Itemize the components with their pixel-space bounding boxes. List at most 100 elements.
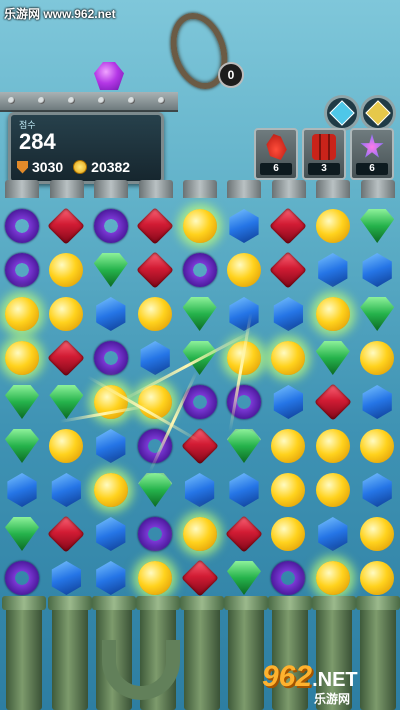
board-cell[interactable] — [311, 248, 355, 292]
board-cell[interactable] — [311, 292, 355, 336]
board-cell[interactable] — [89, 204, 133, 248]
sun-gem-icon[interactable] — [138, 561, 173, 595]
board-cell[interactable] — [133, 292, 177, 336]
board-cell[interactable] — [266, 424, 310, 468]
ruby-gem-icon[interactable] — [225, 515, 263, 553]
board-cell[interactable] — [89, 512, 133, 556]
sapphire-gem-icon[interactable] — [318, 517, 348, 551]
sun-gem-icon[interactable] — [271, 517, 306, 551]
emerald-gem-icon[interactable] — [227, 429, 261, 463]
shield-booster-button[interactable] — [360, 95, 396, 131]
sun-gem-icon[interactable] — [271, 341, 306, 375]
donut-gem-icon[interactable] — [5, 253, 39, 287]
sapphire-gem-icon[interactable] — [318, 253, 348, 287]
ruby-gem-icon[interactable] — [269, 207, 308, 245]
board-cell[interactable] — [178, 380, 222, 424]
board-cell[interactable] — [355, 292, 399, 336]
board-cell[interactable] — [355, 248, 399, 292]
sapphire-gem-icon[interactable] — [362, 253, 392, 287]
sapphire-gem-icon[interactable] — [96, 517, 126, 551]
sapphire-gem-icon[interactable] — [229, 297, 259, 331]
board-cell[interactable] — [44, 204, 88, 248]
board-cell[interactable] — [133, 468, 177, 512]
sun-gem-icon[interactable] — [182, 209, 217, 243]
board-cell[interactable] — [44, 556, 88, 600]
match-board[interactable] — [0, 204, 400, 600]
board-cell[interactable] — [222, 380, 266, 424]
magnet-booster-button[interactable] — [324, 95, 360, 131]
ruby-gem-icon[interactable] — [269, 251, 308, 289]
board-cell[interactable] — [178, 248, 222, 292]
sun-gem-icon[interactable] — [182, 517, 217, 551]
board-cell[interactable] — [44, 512, 88, 556]
board-cell[interactable] — [311, 512, 355, 556]
sun-gem-icon[interactable] — [93, 473, 128, 507]
board-cell[interactable] — [89, 248, 133, 292]
sun-gem-icon[interactable] — [5, 297, 39, 331]
ruby-gem-icon[interactable] — [180, 559, 219, 597]
donut-gem-icon[interactable] — [5, 561, 39, 595]
sun-gem-icon[interactable] — [315, 473, 350, 507]
board-cell[interactable] — [355, 424, 399, 468]
sapphire-gem-icon[interactable] — [51, 473, 82, 507]
sun-gem-icon[interactable] — [360, 429, 395, 463]
booster-chili[interactable]: 6 — [254, 128, 298, 180]
board-cell[interactable] — [0, 424, 44, 468]
sapphire-gem-icon[interactable] — [51, 561, 82, 595]
board-cell[interactable] — [178, 512, 222, 556]
board-cell[interactable] — [266, 468, 310, 512]
board-cell[interactable] — [89, 336, 133, 380]
booster-dynamite[interactable]: 3 — [302, 128, 346, 180]
sapphire-gem-icon[interactable] — [96, 429, 126, 463]
board-cell[interactable] — [266, 556, 310, 600]
sapphire-gem-icon[interactable] — [7, 473, 37, 507]
sun-gem-icon[interactable] — [360, 561, 395, 595]
ruby-gem-icon[interactable] — [47, 515, 86, 553]
sun-gem-icon[interactable] — [360, 341, 395, 375]
sapphire-gem-icon[interactable] — [273, 297, 304, 331]
emerald-gem-icon[interactable] — [49, 385, 84, 419]
board-cell[interactable] — [222, 468, 266, 512]
emerald-gem-icon[interactable] — [5, 429, 39, 463]
board-cell[interactable] — [355, 204, 399, 248]
emerald-gem-icon[interactable] — [360, 297, 395, 331]
board-cell[interactable] — [0, 292, 44, 336]
board-cell[interactable] — [133, 556, 177, 600]
board-cell[interactable] — [222, 204, 266, 248]
emerald-gem-icon[interactable] — [93, 253, 128, 287]
board-cell[interactable] — [178, 204, 222, 248]
board-cell[interactable] — [311, 556, 355, 600]
board-cell[interactable] — [266, 248, 310, 292]
board-cell[interactable] — [355, 336, 399, 380]
sapphire-gem-icon[interactable] — [140, 341, 170, 375]
board-cell[interactable] — [0, 336, 44, 380]
board-cell[interactable] — [133, 512, 177, 556]
board-cell[interactable] — [222, 512, 266, 556]
sun-gem-icon[interactable] — [49, 253, 84, 287]
board-cell[interactable] — [89, 468, 133, 512]
sun-gem-icon[interactable] — [315, 297, 350, 331]
board-cell[interactable] — [311, 424, 355, 468]
emerald-gem-icon[interactable] — [5, 517, 39, 551]
board-cell[interactable] — [178, 292, 222, 336]
sapphire-gem-icon[interactable] — [229, 473, 259, 507]
sun-gem-icon[interactable] — [49, 429, 84, 463]
sun-gem-icon[interactable] — [227, 253, 261, 287]
sun-gem-icon[interactable] — [360, 517, 395, 551]
board-cell[interactable] — [311, 336, 355, 380]
board-cell[interactable] — [311, 468, 355, 512]
board-cell[interactable] — [44, 292, 88, 336]
board-cell[interactable] — [44, 468, 88, 512]
board-cell[interactable] — [266, 512, 310, 556]
board-cell[interactable] — [311, 204, 355, 248]
board-cell[interactable] — [0, 468, 44, 512]
board-cell[interactable] — [44, 336, 88, 380]
board-cell[interactable] — [355, 512, 399, 556]
board-cell[interactable] — [44, 424, 88, 468]
board-cell[interactable] — [266, 380, 310, 424]
board-cell[interactable] — [0, 556, 44, 600]
donut-gem-icon[interactable] — [93, 341, 128, 375]
sun-gem-icon[interactable] — [138, 297, 173, 331]
sapphire-gem-icon[interactable] — [229, 209, 259, 243]
donut-gem-icon[interactable] — [138, 517, 173, 551]
